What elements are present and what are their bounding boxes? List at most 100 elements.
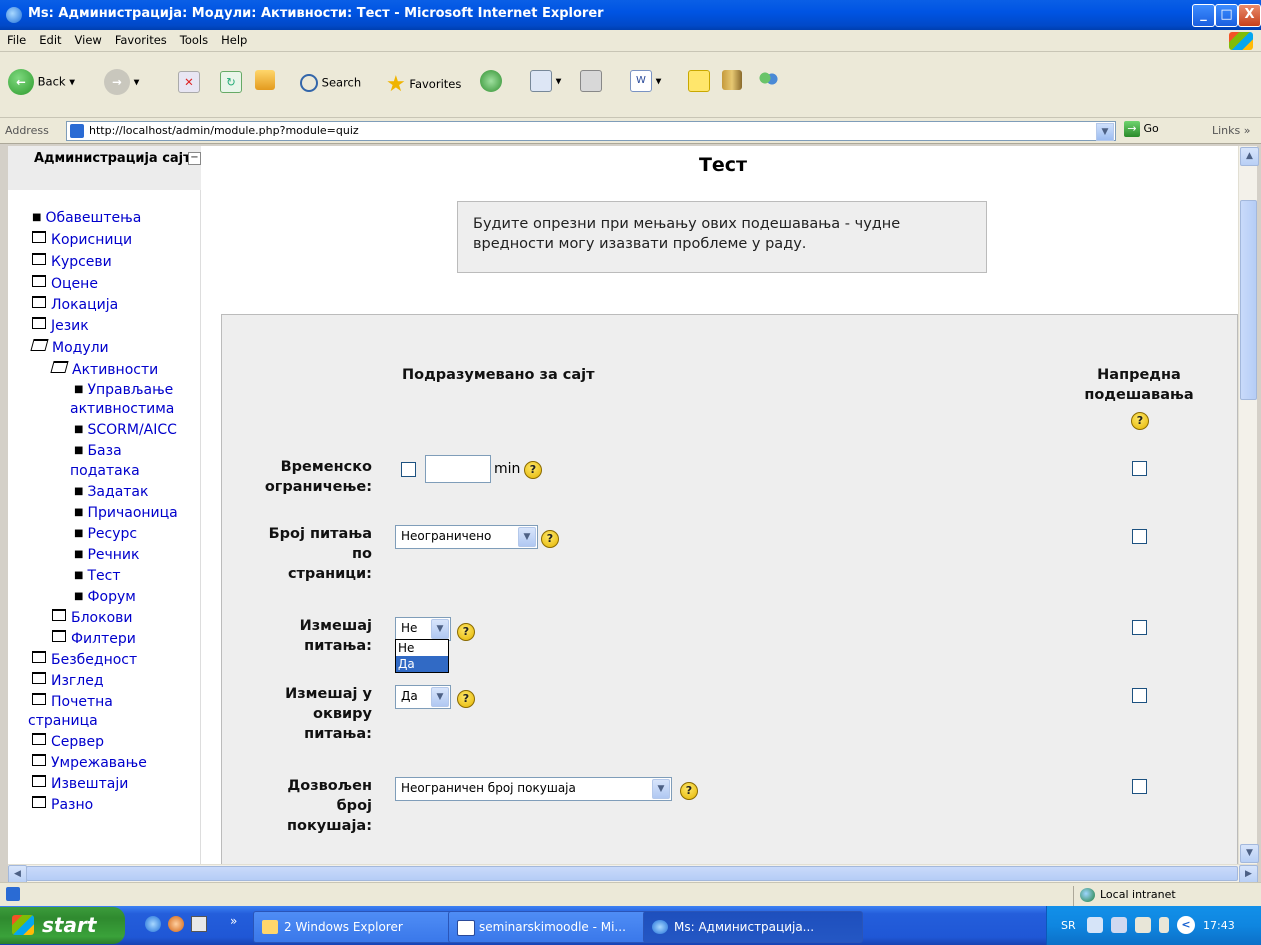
mail-button[interactable]: ▾ (530, 70, 561, 92)
sidebar-item[interactable]: Курсеви (32, 253, 112, 271)
stop-icon: ✕ (178, 71, 200, 93)
sidebar-item[interactable]: Оцене (32, 275, 98, 293)
task-internet-explorer[interactable]: Ms: Администрација... (643, 911, 863, 943)
shuffle-answers-help-icon[interactable]: ? (457, 690, 475, 708)
horizontal-scrollbar[interactable]: ◀ ▶ (8, 864, 1258, 884)
sidebar-item[interactable]: ■ Форум (74, 588, 136, 606)
sidebar-item[interactable]: Сервер (32, 733, 104, 751)
sidebar-item[interactable]: Активности (50, 361, 158, 379)
tray-device-icon[interactable] (1159, 917, 1169, 933)
shuffle-select[interactable]: Не ▼ (395, 617, 451, 641)
chevron-down-icon: ▼ (431, 687, 449, 707)
task-windows-explorer[interactable]: 2 Windows Explorer ▾ (253, 911, 473, 943)
attempts-select[interactable]: Неограничен број покушаја ▼ (395, 777, 672, 801)
timelimit-advanced-checkbox[interactable] (1132, 461, 1147, 476)
shuffle-option-no[interactable]: Не (396, 640, 448, 656)
tray-expand-icon[interactable]: < (1177, 916, 1195, 934)
tray-keyboard-icon[interactable] (1111, 917, 1127, 933)
address-dropdown-icon[interactable]: ▼ (1096, 123, 1114, 141)
stop-button[interactable]: ✕ (178, 71, 200, 93)
sidebar-item[interactable]: Блокови (52, 609, 133, 627)
home-button[interactable] (255, 70, 275, 90)
sidebar-item[interactable]: ■ Обавештења (32, 209, 141, 227)
menu-file[interactable]: File (0, 30, 32, 47)
window-title-bar[interactable]: Ms: Администрација: Модули: Активности: … (0, 0, 1261, 30)
print-button[interactable] (580, 70, 602, 92)
scroll-up-icon[interactable]: ▲ (1240, 147, 1259, 166)
shuffle-advanced-checkbox[interactable] (1132, 620, 1147, 635)
go-button[interactable]: → Go (1124, 121, 1159, 137)
address-input[interactable]: http://localhost/admin/module.php?module… (66, 121, 1116, 141)
menu-favorites[interactable]: Favorites (108, 30, 173, 47)
menu-edit[interactable]: Edit (32, 30, 67, 47)
vertical-scroll-thumb[interactable] (1240, 200, 1257, 400)
menu-view[interactable]: View (68, 30, 108, 47)
favorites-button[interactable]: ★ Favorites (386, 72, 461, 97)
sidebar-item[interactable]: ■ Речник (74, 546, 140, 564)
shuffle-help-icon[interactable]: ? (457, 623, 475, 641)
minimize-button[interactable]: _ (1192, 4, 1215, 27)
menu-tools[interactable]: Tools (173, 30, 214, 47)
discuss-button[interactable] (688, 70, 710, 92)
sidebar-item[interactable]: активностима (70, 400, 174, 418)
language-indicator[interactable]: SR (1061, 919, 1076, 932)
search-button[interactable]: Search (300, 74, 361, 92)
messenger-button[interactable] (758, 70, 778, 90)
scroll-down-icon[interactable]: ▼ (1240, 844, 1259, 863)
sidebar-item[interactable]: Локација (32, 296, 118, 314)
shuffle-answers-select[interactable]: Да ▼ (395, 685, 451, 709)
quicklaunch-firefox-icon[interactable] (168, 916, 184, 932)
sidebar-item[interactable]: ■ Причаоница (74, 504, 178, 522)
tray-help-icon[interactable] (1135, 917, 1151, 933)
sidebar-item[interactable]: ■ Ресурс (74, 525, 137, 543)
refresh-button[interactable]: ↻ (220, 71, 242, 93)
close-button[interactable]: X (1238, 4, 1261, 27)
history-button[interactable] (480, 70, 502, 92)
sidebar-item[interactable]: ■ Задатак (74, 483, 148, 501)
tray-pen-icon[interactable] (1087, 917, 1103, 933)
shuffle-answers-advanced-checkbox[interactable] (1132, 688, 1147, 703)
forward-button[interactable]: → ▾ (104, 69, 139, 95)
sidebar-item[interactable]: ■ SCORM/AICC (74, 421, 177, 439)
research-button[interactable] (722, 70, 742, 90)
quicklaunch-ie-icon[interactable] (145, 916, 161, 932)
advanced-help-icon[interactable]: ? (1131, 412, 1149, 430)
back-button[interactable]: ← Back ▾ (8, 69, 75, 95)
sidebar-item[interactable]: ■ Тест (74, 567, 120, 585)
horizontal-scroll-thumb[interactable] (26, 866, 1238, 881)
sidebar-item[interactable]: Филтери (52, 630, 136, 648)
sidebar-item[interactable]: Модули (30, 339, 109, 357)
sidebar-item[interactable]: страница (28, 712, 98, 730)
start-button[interactable]: start (0, 907, 125, 944)
perpage-select[interactable]: Неограничено ▼ (395, 525, 538, 549)
star-icon: ★ (386, 72, 406, 97)
sidebar-item[interactable]: Језик (32, 317, 89, 335)
sidebar-item[interactable]: ■ Управљање (74, 381, 173, 399)
timelimit-help-icon[interactable]: ? (524, 461, 542, 479)
edit-button[interactable]: W ▾ (630, 70, 661, 92)
attempts-advanced-checkbox[interactable] (1132, 779, 1147, 794)
sidebar-item[interactable]: Извештаји (32, 775, 128, 793)
sidebar-item[interactable]: Умрежавање (32, 754, 147, 772)
sidebar-item[interactable]: Корисници (32, 231, 132, 249)
sidebar-item[interactable]: ■ База (74, 442, 122, 460)
menu-help[interactable]: Help (214, 30, 253, 47)
shuffle-option-yes[interactable]: Да (396, 656, 448, 672)
vertical-scrollbar[interactable]: ▲ ▼ (1238, 146, 1259, 864)
task-word-document[interactable]: seminarskimoodle - Mi... (448, 911, 668, 943)
timelimit-input[interactable] (425, 455, 491, 483)
sidebar-item[interactable]: података (70, 462, 140, 480)
collapse-toggle-icon[interactable]: − (188, 152, 201, 165)
sidebar-item[interactable]: Изглед (32, 672, 104, 690)
sidebar-item[interactable]: Безбедност (32, 651, 137, 669)
perpage-advanced-checkbox[interactable] (1132, 529, 1147, 544)
sidebar-item[interactable]: Разно (32, 796, 93, 814)
quicklaunch-chevron[interactable]: » (230, 914, 237, 928)
perpage-help-icon[interactable]: ? (541, 530, 559, 548)
maximize-button[interactable]: □ (1215, 4, 1238, 27)
sidebar-item[interactable]: Почетна (32, 693, 113, 711)
attempts-help-icon[interactable]: ? (680, 782, 698, 800)
timelimit-enable-checkbox[interactable] (401, 462, 416, 477)
quicklaunch-desktop-icon[interactable] (191, 916, 207, 932)
links-button[interactable]: Links » (1212, 124, 1251, 137)
